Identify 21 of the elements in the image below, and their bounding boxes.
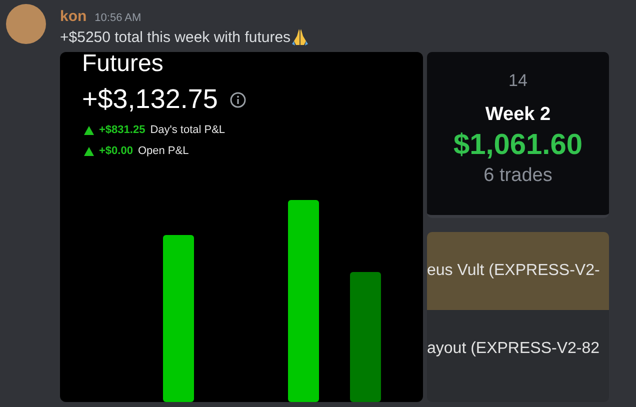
praying-hands-icon [290,28,309,46]
username[interactable]: kon [60,8,87,25]
week-label: Week 2 [485,104,551,126]
up-triangle-icon [84,146,94,156]
stat-value: +$0.00 [99,145,133,157]
stat-label: Open P&L [138,145,189,157]
info-icon[interactable] [230,92,246,108]
total-pnl: +$3,132.75 [82,84,218,115]
message-text: +$5250 total this week with futures [60,28,291,46]
avatar[interactable] [6,4,46,44]
day-number: 14 [508,71,528,91]
up-triangle-icon [84,126,94,134]
timestamp: 10:56 AM [94,12,142,24]
list-row[interactable]: eus Vult (EXPRESS-V2- [427,232,609,310]
week-amount: $1,061.60 [453,129,582,162]
futures-title: Futures [81,52,164,76]
trade-count: 6 trades [484,165,552,187]
stat-value: +$831.25 [99,124,146,136]
calendar-card[interactable]: 14 Week 2 $1,061.60 6 trades [427,52,609,218]
futures-screenshot[interactable]: Futures +$3,132.75 +$831.25 Day's total P&L +$0.00 Open P&L [60,52,423,402]
stat-label: Day's total P&L [150,124,226,136]
